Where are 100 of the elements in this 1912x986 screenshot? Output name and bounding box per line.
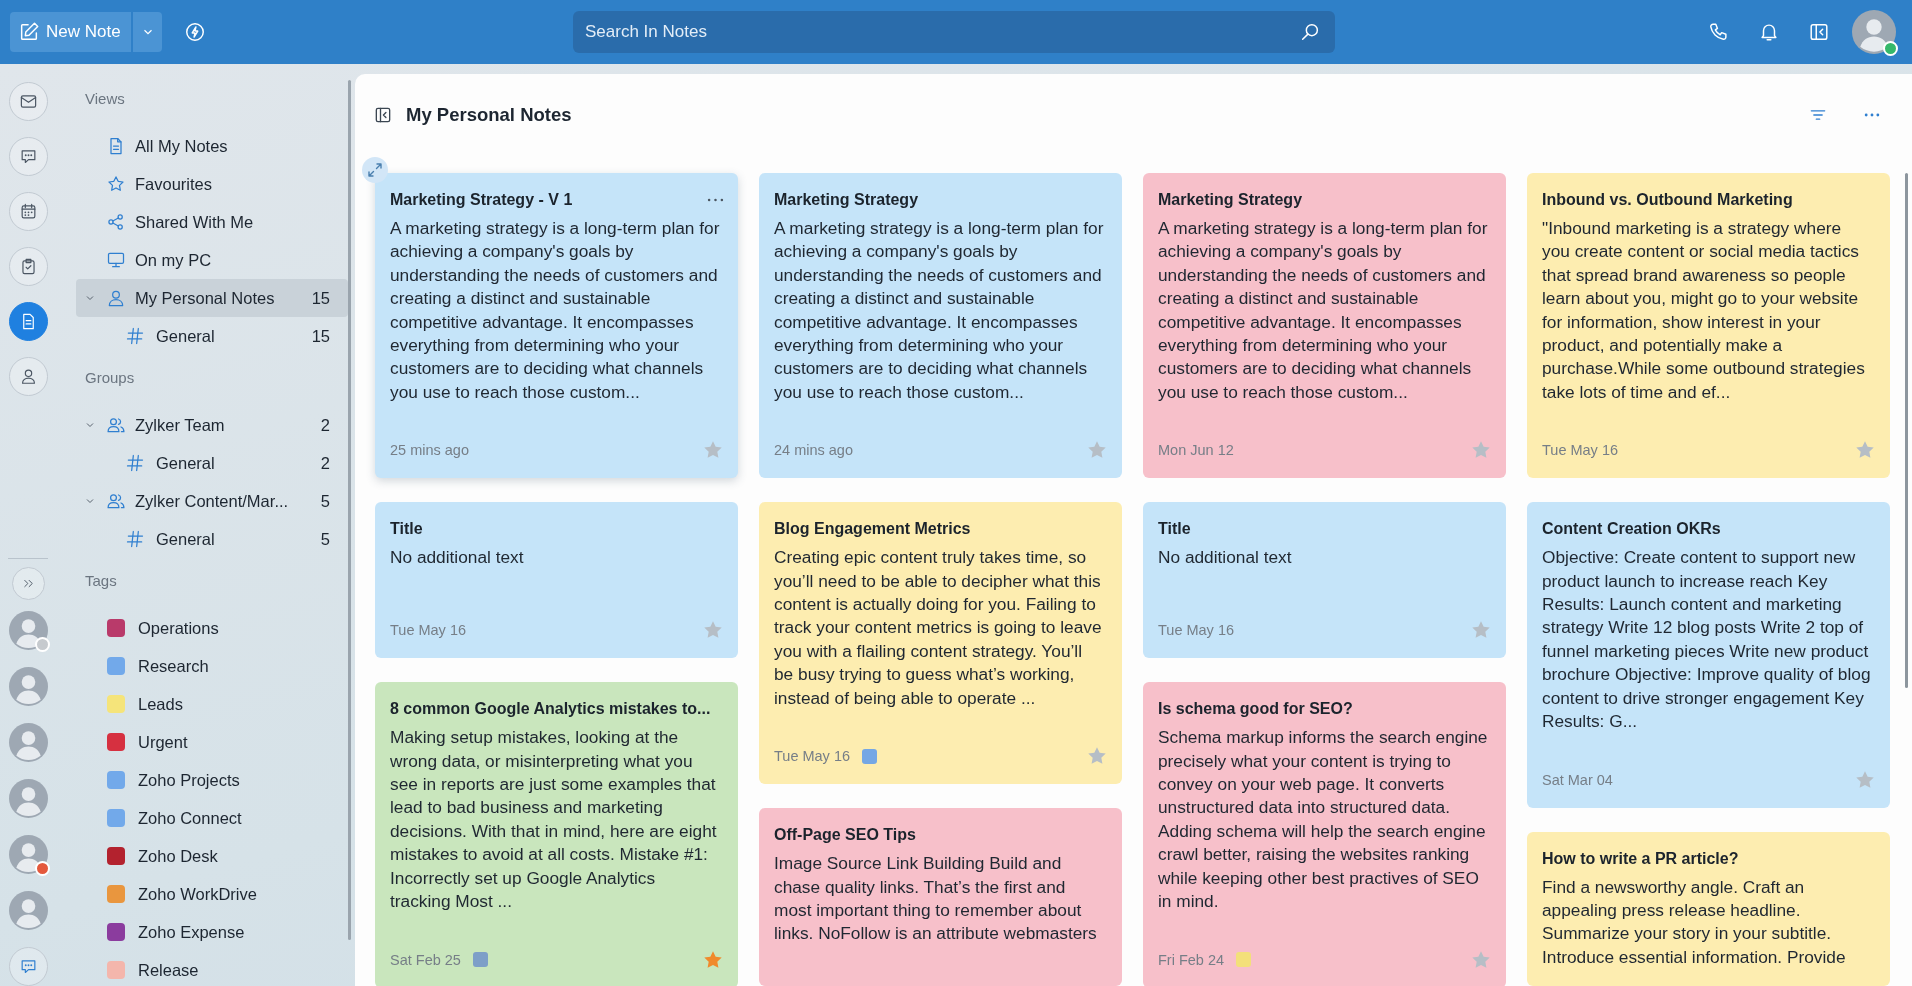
phone-icon[interactable] <box>1708 21 1730 43</box>
people-icon <box>106 491 126 511</box>
note-card[interactable]: Title No additional text Tue May 16 <box>375 502 738 659</box>
sidebar-item[interactable]: General 5 <box>76 520 348 558</box>
note-title: Content Creation OKRs <box>1542 519 1722 540</box>
note-card[interactable] <box>1527 502 1890 808</box>
note-preview: A marketing strategy is a long-term plan for achieving a company's goals by understanding the needs of customers and creating a distinct and sustainable competitive advantage. It encompasses everything from determining who your customers are to deciding what channels you use to reach those custom... <box>774 217 1104 404</box>
sidebar-item[interactable]: On my PC <box>76 241 348 279</box>
note-preview: Schema markup informs the search engine precisely what your content is trying to convey on your web page. It converts unstructured data into structured data. Adding schema will help the search engine crawl better, raising the websites ranking while keeping other best practives of SEO in mind. <box>1158 726 1488 914</box>
star-icon <box>106 174 126 194</box>
note-date: Sat Feb 25 <box>390 951 461 968</box>
note-card[interactable]: Off-Page SEO Tips Image Source Link Building Build and chase quality links. That’s the first and most important thing to remember about links. NoFollow is an attribute webmasters <box>759 808 1122 986</box>
scrollbar-thumb[interactable] <box>348 80 351 940</box>
note-date: Mon Jun 12 <box>1158 442 1234 459</box>
tag-item[interactable]: Zoho Projects <box>76 761 348 799</box>
note-preview: No additional text <box>390 546 525 570</box>
note-date: Tue May 16 <box>1542 442 1619 459</box>
tag-item[interactable]: Zoho Desk <box>76 837 348 875</box>
note-title: Marketing Strategy - V 1 <box>390 190 574 210</box>
search-icon[interactable] <box>1299 21 1321 43</box>
expand-icon[interactable] <box>362 157 388 183</box>
sidebar-item[interactable]: General 2 <box>76 444 348 482</box>
note-count: 5 <box>320 529 330 549</box>
search-field[interactable]: Search In Notes <box>573 11 1335 53</box>
note-card[interactable] <box>1143 682 1506 986</box>
note-edit-icon <box>18 21 40 43</box>
sidebar-item[interactable]: Shared With Me <box>76 203 348 241</box>
hash-icon <box>125 453 145 473</box>
note-date: 25 mins ago <box>390 442 469 459</box>
note-count: 15 <box>311 288 330 308</box>
tag-item[interactable]: Leads <box>76 685 348 723</box>
notebook-title: My Personal Notes <box>406 104 572 126</box>
note-card[interactable]: How to write a PR article? Find a newsworthy angle. Craft an appealing press release headline. Summarize your story in your subtitle. Introduce essential information. Provide <box>1527 831 1890 986</box>
note-card[interactable] <box>1143 173 1506 479</box>
note-preview: Creating epic content truly takes time, so you’ll need to be able to decipher what this content is actually doing for you. Failing to track your content metrics is going to leave you with a flailing content strategy. You’ll be busy trying to guess what’s working, instead of being able to operate ... <box>774 546 1103 710</box>
share-icon <box>106 212 126 232</box>
tag-item[interactable]: Research <box>76 647 348 685</box>
note-card[interactable] <box>759 502 1122 785</box>
sidebar-item[interactable]: Zylker Team 2 <box>76 406 348 444</box>
user-avatar[interactable] <box>1852 10 1896 54</box>
tag-item[interactable]: Release <box>76 951 348 986</box>
note-card[interactable] <box>759 173 1122 479</box>
note-title: Is schema good for SEO? <box>1158 699 1354 720</box>
panel-toggle-icon[interactable] <box>1808 21 1830 43</box>
note-preview: No additional text <box>1158 546 1293 570</box>
hash-icon <box>125 529 145 549</box>
tag-item[interactable]: Zoho WorkDrive <box>76 875 348 913</box>
monitor-icon <box>106 250 126 270</box>
note-preview: A marketing strategy is a long-term plan for achieving a company's goals by understanding the needs of customers and creating a distinct and sustainable competitive advantage. It encompasses everything from determining who your customers are to deciding what channels you use to reach those custom... <box>1158 217 1488 404</box>
tag-item[interactable]: Zoho Connect <box>76 799 348 837</box>
people-icon <box>106 415 126 435</box>
sidebar-item[interactable]: Zylker Content/Mar... 5 <box>76 482 348 520</box>
sidebar-item[interactable]: Favourites <box>76 165 348 203</box>
user-avatar[interactable] <box>8 611 48 650</box>
tag-item[interactable]: Zoho Expense <box>76 913 348 951</box>
note-preview: Objective: Create content to support new product launch to increase reach Key Results: Launch content and marketing strategy Write 12 blog posts Write 2 top of funnel marketing pieces Write new product brochure Objective: Improve quality of blog content to drive stronger engagement Key Results: G... <box>1542 546 1872 734</box>
note-card[interactable] <box>1527 173 1890 479</box>
tag-item[interactable]: Urgent <box>76 723 348 761</box>
app-button[interactable] <box>8 192 48 231</box>
note-title: Off-Page SEO Tips <box>774 825 917 846</box>
scrollbar-thumb[interactable] <box>1905 173 1908 688</box>
tag-item[interactable]: Operations <box>76 609 348 647</box>
sidebar-item[interactable]: All My Notes <box>76 127 348 165</box>
sidebar-item[interactable]: General 15 <box>76 317 348 355</box>
note-date: 24 mins ago <box>774 442 853 459</box>
note-title: Marketing Strategy <box>774 190 920 210</box>
chat-button[interactable] <box>8 947 48 986</box>
panel-collapse-icon[interactable] <box>373 105 393 125</box>
app-button[interactable] <box>8 247 48 286</box>
lightning-icon[interactable] <box>184 21 206 43</box>
note-date: Tue May 16 <box>390 622 467 639</box>
note-title: Inbound vs. Outbound Marketing <box>1542 190 1794 210</box>
user-avatar[interactable] <box>8 723 48 762</box>
user-avatar[interactable] <box>8 667 48 706</box>
app-button[interactable] <box>8 302 48 341</box>
app-button[interactable] <box>8 357 48 396</box>
user-avatar[interactable] <box>8 835 48 874</box>
note-count: 2 <box>320 415 330 435</box>
note-preview: Find a newsworthy angle. Craft an appealing press release headline. Summarize your story in your subtitle. Introduce essential information. Provide <box>1542 875 1847 969</box>
bell-icon[interactable] <box>1758 21 1780 43</box>
note-count: 2 <box>320 453 330 473</box>
note-card[interactable] <box>375 173 738 479</box>
note-preview: Image Source Link Building Build and chase quality links. That’s the first and most important thing to remember about links. NoFollow is an attribute webmasters <box>774 852 1098 946</box>
note-title: How to write a PR article? <box>1542 848 1740 869</box>
note-count: 15 <box>311 326 330 346</box>
user-avatar[interactable] <box>8 891 48 930</box>
hash-icon <box>125 326 145 346</box>
note-count: 5 <box>320 491 330 511</box>
note-date: Sat Mar 04 <box>1542 771 1613 788</box>
sidebar-item[interactable]: My Personal Notes 15 <box>76 279 348 317</box>
note-title: Marketing Strategy <box>1158 190 1304 210</box>
more-icon[interactable] <box>706 197 724 203</box>
app-button[interactable] <box>8 82 48 121</box>
note-card[interactable]: Title No additional text Tue May 16 <box>1143 502 1506 659</box>
note-card[interactable] <box>375 682 738 986</box>
note-date: Tue May 16 <box>774 748 851 765</box>
user-avatar[interactable] <box>8 779 48 818</box>
note-preview: "Inbound marketing is a strategy where you create content or social media tactics that spread brand awareness so people learn about you, might go to your website for information, show interest in your product, and potentially make a purchase.While some outbound strategies take lots of time and ef... <box>1542 217 1866 404</box>
note-date: Tue May 16 <box>1158 622 1235 639</box>
app-button[interactable] <box>8 137 48 176</box>
